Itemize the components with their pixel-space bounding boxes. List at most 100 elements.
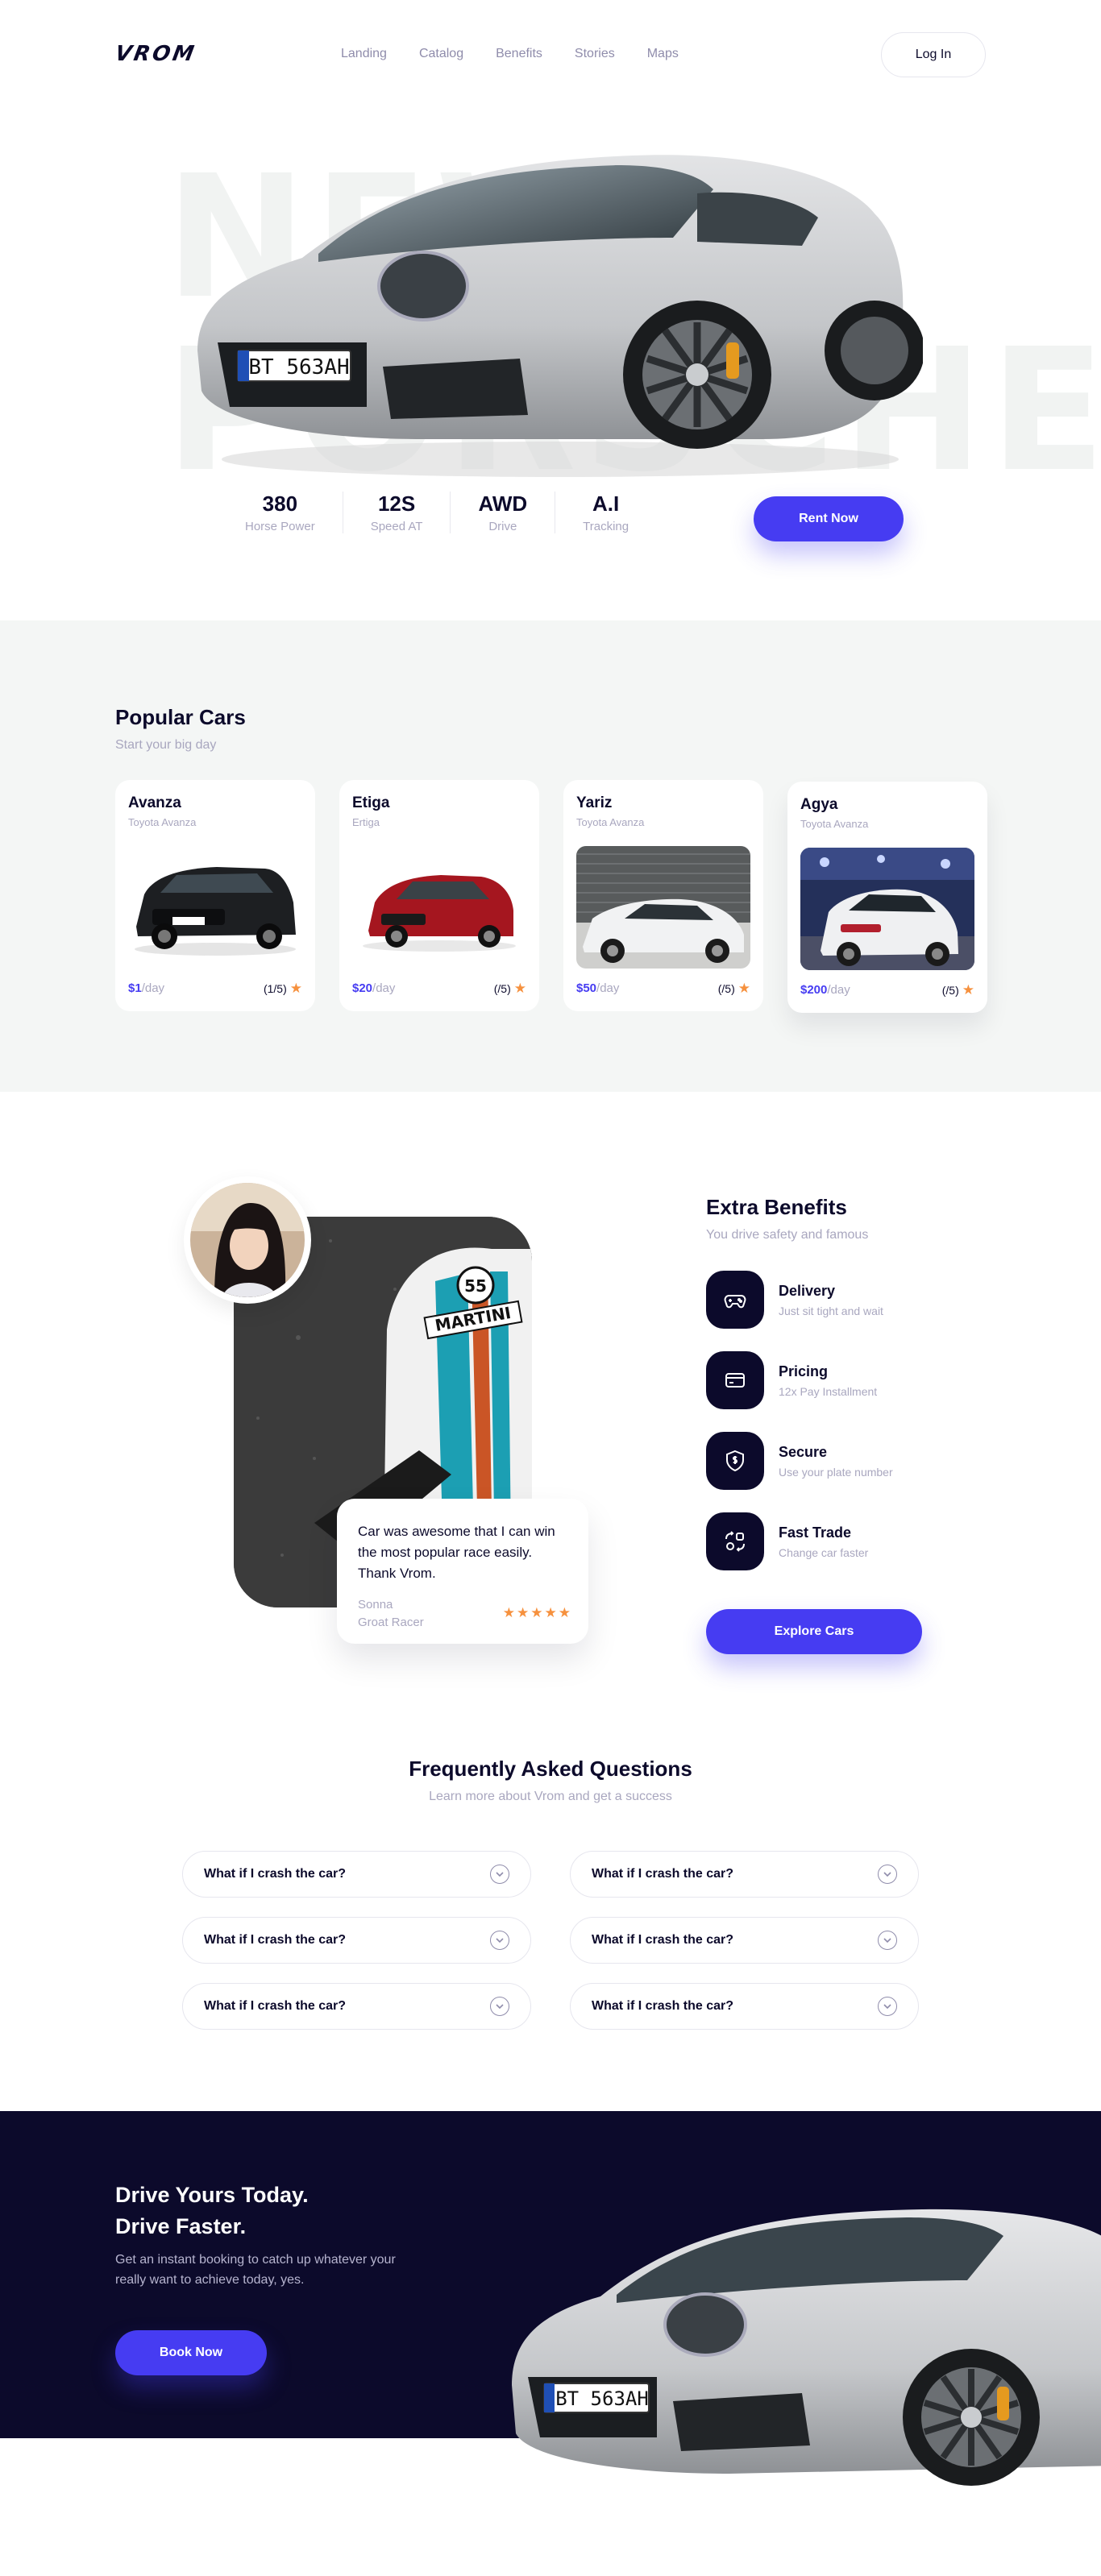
chevron-down-icon[interactable] <box>490 1865 509 1884</box>
swap-icon <box>706 1512 764 1570</box>
chevron-down-icon[interactable] <box>878 1931 897 1950</box>
benefit-text: Pricing 12x Pay Installment <box>779 1363 877 1398</box>
price-period: /day <box>141 981 165 995</box>
explore-cars-button[interactable]: Explore Cars <box>706 1609 922 1654</box>
benefit-text: Secure Use your plate number <box>779 1444 893 1479</box>
faq-item[interactable]: What if I crash the car? <box>182 1851 531 1898</box>
spec-horse-power: 380 Horse Power <box>218 492 343 533</box>
benefit-description: Just sit tight and wait <box>779 1304 883 1317</box>
reviewer-name: Sonna <box>358 1598 393 1612</box>
faq-item[interactable]: What if I crash the car? <box>182 1917 531 1964</box>
rating-text: (1/5) <box>263 982 287 995</box>
car-model: Toyota Avanza <box>800 818 869 830</box>
benefit-item-delivery: Delivery Just sit tight and wait <box>706 1271 893 1329</box>
benefit-description: 12x Pay Installment <box>779 1384 878 1398</box>
card-icon <box>706 1351 764 1409</box>
section-title: Frequently Asked Questions <box>409 1757 692 1781</box>
car-price: $50/day <box>576 981 619 995</box>
chevron-down-icon[interactable] <box>490 1997 509 2016</box>
spec-label: Tracking <box>583 520 629 533</box>
car-model: Toyota Avanza <box>128 816 197 828</box>
avatar <box>190 1183 305 1297</box>
benefit-text: Fast Trade Change car faster <box>779 1524 868 1559</box>
car-price: $1/day <box>128 981 164 995</box>
faq-item[interactable]: What if I crash the car? <box>570 1983 919 2030</box>
nav-item-maps[interactable]: Maps <box>647 47 679 61</box>
spec-value: A.I <box>592 492 620 516</box>
spec-label: Horse Power <box>245 520 315 533</box>
nav-item-benefits[interactable]: Benefits <box>496 47 542 61</box>
chevron-down-icon[interactable] <box>490 1931 509 1950</box>
car-card[interactable]: Etiga Ertiga $20/day (/5) ★ <box>339 780 539 1011</box>
section-subtitle: Learn more about Vrom and get a success <box>429 1790 672 1803</box>
cta-plate-text: BT 563AH <box>555 2387 649 2410</box>
benefit-list: Delivery Just sit tight and wait Pricing… <box>706 1271 893 1593</box>
book-now-button[interactable]: Book Now <box>115 2330 267 2375</box>
faq-question: What if I crash the car? <box>592 1999 734 2013</box>
faq-question: What if I crash the car? <box>204 1933 347 1947</box>
car-image-etiga <box>352 846 526 969</box>
star-icon: ★ <box>962 982 974 998</box>
section-title: Extra Benefits <box>706 1195 847 1219</box>
car-card[interactable]: Avanza Toyota Avanza $1/day (1/5) ★ <box>115 780 315 1011</box>
reviewer-avatar <box>184 1176 311 1304</box>
cta-title-line: Drive Yours Today. <box>115 2183 309 2207</box>
benefit-text: Delivery Just sit tight and wait <box>779 1283 883 1317</box>
star-icon: ★ <box>513 981 526 996</box>
faq-item[interactable]: What if I crash the car? <box>570 1851 919 1898</box>
login-button[interactable]: Log In <box>881 32 986 77</box>
car-name: Agya <box>800 796 838 813</box>
faq-item[interactable]: What if I crash the car? <box>182 1983 531 2030</box>
hero-car-image: BT 563AH <box>197 155 923 477</box>
reviewer-role: Groat Racer <box>358 1616 424 1629</box>
cta-title-line: Drive Faster. <box>115 2214 247 2238</box>
benefits-section: MARTINI 55 Car was awesome that I can wi… <box>0 1176 1101 1660</box>
site-header: VROM Landing Catalog Benefits Stories Ma… <box>113 32 986 77</box>
spec-value: 380 <box>262 492 298 516</box>
spec-tracking: A.I Tracking <box>555 492 656 533</box>
car-card[interactable]: Yariz Toyota Avanza $50/day (/5) ★ <box>563 780 763 1011</box>
section-title: Popular Cars <box>115 705 246 729</box>
star-icon: ★ <box>737 981 750 996</box>
nav-item-stories[interactable]: Stories <box>575 47 615 61</box>
spec-value: 12S <box>377 492 416 516</box>
car-rating: (/5) ★ <box>718 981 750 997</box>
rent-now-button[interactable]: Rent Now <box>754 496 904 541</box>
faq-question: What if I crash the car? <box>204 1867 347 1881</box>
nav-item-landing[interactable]: Landing <box>341 47 387 61</box>
faq-header: Frequently Asked Questions Learn more ab… <box>0 1757 1101 1804</box>
logo[interactable]: VROM <box>113 42 197 66</box>
landing-page: VROM Landing Catalog Benefits Stories Ma… <box>0 0 1101 2576</box>
benefit-item-pricing: Pricing 12x Pay Installment <box>706 1351 893 1409</box>
cta-description: Get an instant booking to catch up whate… <box>115 2253 396 2287</box>
cta-car-image: BT 563AH <box>512 2209 1101 2486</box>
price-amount: $200 <box>800 983 828 997</box>
car-card-active[interactable]: Agya Toyota Avanza $200/day (/5) ★ <box>787 782 987 1013</box>
car-specs: 380 Horse Power 12S Speed AT AWD Drive A… <box>218 492 656 533</box>
benefit-description: Use your plate number <box>779 1465 893 1479</box>
rating-stars: ★★★★★ <box>502 1605 572 1621</box>
chevron-down-icon[interactable] <box>878 1997 897 2016</box>
rating-text: (/5) <box>941 984 959 997</box>
shield-icon <box>706 1432 764 1490</box>
car-price: $200/day <box>800 983 850 997</box>
car-price: $20/day <box>352 981 395 995</box>
price-period: /day <box>596 981 620 995</box>
section-subtitle: You drive safety and famous <box>706 1228 869 1242</box>
faq-question: What if I crash the car? <box>592 1867 734 1881</box>
rating-text: (/5) <box>493 982 511 995</box>
benefit-item-fast-trade: Fast Trade Change car faster <box>706 1512 893 1570</box>
benefit-title: Secure <box>779 1443 828 1460</box>
spec-drive: AWD Drive <box>451 492 556 533</box>
hero-plate-text: BT 563AH <box>248 355 349 380</box>
chevron-down-icon[interactable] <box>878 1865 897 1884</box>
spec-label: Speed AT <box>370 520 423 533</box>
benefit-item-secure: Secure Use your plate number <box>706 1432 893 1490</box>
faq-item[interactable]: What if I crash the car? <box>570 1917 919 1964</box>
price-amount: $50 <box>576 981 597 995</box>
benefit-title: Fast Trade <box>779 1524 852 1541</box>
nav-item-catalog[interactable]: Catalog <box>419 47 463 61</box>
car-image-agya <box>800 848 974 970</box>
cta-title: Drive Yours Today. Drive Faster. <box>115 2180 309 2242</box>
section-subtitle: Start your big day <box>115 738 217 752</box>
